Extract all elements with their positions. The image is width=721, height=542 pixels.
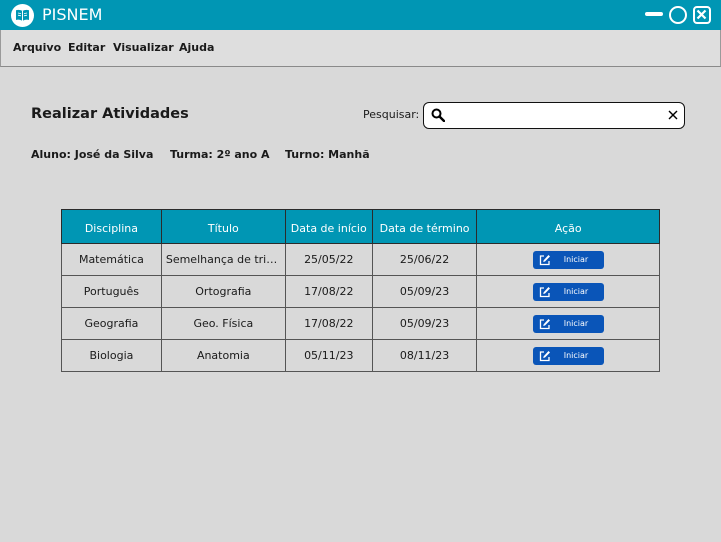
cell-start-date: 25/05/22	[284, 243, 373, 276]
table-row: Português Ortografia 17/08/22 05/09/23 I…	[61, 275, 660, 308]
edit-icon	[539, 318, 550, 329]
edit-icon	[539, 286, 550, 297]
column-header-action: Ação	[476, 209, 660, 244]
cell-end-date: 25/06/22	[371, 243, 478, 276]
cell-start-date: 05/11/23	[284, 339, 373, 372]
table-row: Matemática Semelhança de triângulos 25/0…	[61, 243, 660, 276]
maximize-button[interactable]	[669, 6, 687, 24]
cell-action: Iniciar	[476, 307, 660, 340]
cell-start-date: 17/08/22	[284, 307, 373, 340]
search-box	[423, 102, 685, 129]
clear-search-icon[interactable]	[667, 109, 679, 121]
close-icon	[696, 9, 707, 20]
cell-end-date: 05/09/23	[371, 275, 478, 308]
cell-action: Iniciar	[476, 243, 660, 276]
cell-end-date: 05/09/23	[371, 307, 478, 340]
start-activity-label: Iniciar	[563, 350, 589, 360]
cell-end-date: 08/11/23	[371, 339, 478, 372]
start-activity-button[interactable]: Iniciar	[532, 282, 604, 301]
book-icon	[11, 4, 34, 27]
start-activity-button[interactable]: Iniciar	[532, 250, 604, 269]
page-title: Realizar Atividades	[31, 106, 189, 122]
menu-ajuda[interactable]: Ajuda	[179, 41, 214, 54]
start-activity-label: Iniciar	[563, 318, 589, 328]
search-input[interactable]	[452, 106, 662, 125]
cell-title: Geo. Física	[160, 307, 286, 340]
close-button[interactable]	[693, 6, 711, 24]
table-row: Biologia Anatomia 05/11/23 08/11/23 Inic…	[61, 339, 660, 372]
cell-start-date: 17/08/22	[284, 275, 373, 308]
student-name: Aluno: José da Silva	[31, 148, 154, 161]
column-header-title: Título	[160, 209, 286, 244]
cell-discipline: Português	[61, 275, 162, 308]
menu-editar[interactable]: Editar	[68, 41, 105, 54]
cell-title: Ortografia	[160, 275, 286, 308]
cell-title: Semelhança de triângulos	[160, 243, 286, 276]
start-activity-button[interactable]: Iniciar	[532, 314, 604, 333]
app-title: PISNEM	[42, 5, 103, 24]
minimize-button[interactable]	[645, 6, 663, 24]
cell-action: Iniciar	[476, 275, 660, 308]
table-row: Geografia Geo. Física 17/08/22 05/09/23 …	[61, 307, 660, 340]
start-activity-label: Iniciar	[563, 286, 589, 296]
menu-bar: Arquivo Editar Visualizar Ajuda	[0, 30, 721, 67]
cell-action: Iniciar	[476, 339, 660, 372]
cell-discipline: Geografia	[61, 307, 162, 340]
cell-discipline: Matemática	[61, 243, 162, 276]
student-shift: Turno: Manhã	[285, 148, 370, 161]
menu-arquivo[interactable]: Arquivo	[13, 41, 61, 54]
start-activity-label: Iniciar	[563, 254, 589, 264]
search-label: Pesquisar:	[363, 108, 420, 121]
table-header-row: Disciplina Título Data de início Data de…	[61, 209, 660, 244]
student-class: Turma: 2º ano A	[170, 148, 270, 161]
search-icon	[431, 108, 445, 122]
menu-visualizar[interactable]: Visualizar	[113, 41, 174, 54]
edit-icon	[539, 350, 550, 361]
title-bar: PISNEM	[0, 0, 721, 30]
column-header-end-date: Data de término	[371, 209, 478, 244]
column-header-start-date: Data de início	[284, 209, 373, 244]
edit-icon	[539, 254, 550, 265]
start-activity-button[interactable]: Iniciar	[532, 346, 604, 365]
column-header-discipline: Disciplina	[61, 209, 162, 244]
cell-title: Anatomia	[160, 339, 286, 372]
activities-table: Disciplina Título Data de início Data de…	[61, 209, 660, 372]
cell-discipline: Biologia	[61, 339, 162, 372]
